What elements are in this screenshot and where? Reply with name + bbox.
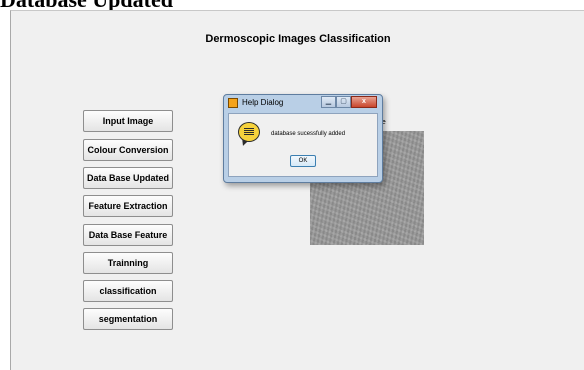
data-base-updated-button[interactable]: Data Base Updated [83,167,173,189]
help-dialog[interactable]: Help Dialog ▁ ▢ x database sucessfully a… [223,94,383,183]
ok-button[interactable]: OK [290,155,316,167]
trainning-button[interactable]: Trainning [83,252,173,274]
help-speech-bubble-icon [238,122,260,142]
dialog-title: Help Dialog [242,98,284,107]
maximize-icon: ▢ [340,98,347,105]
close-button[interactable]: x [351,96,377,108]
feature-extraction-button[interactable]: Feature Extraction [83,195,173,217]
close-icon: x [362,98,366,105]
screenshot-page: Database Updated Dermoscopic Images Clas… [0,0,584,370]
dialog-message: database sucessfully added [271,131,346,137]
figure-window: Dermoscopic Images Classification Input … [10,10,584,370]
minimize-icon: ▁ [325,98,332,105]
app-title: Dermoscopic Images Classification [205,33,391,45]
classification-button[interactable]: classification [83,280,173,302]
data-base-feature-button[interactable]: Data Base Feature [83,224,173,246]
dialog-titlebar[interactable]: Help Dialog ▁ ▢ x [224,95,382,112]
segmentation-button[interactable]: segmentation [83,308,173,330]
matlab-app-icon [228,98,238,108]
input-image-button[interactable]: Input Image [83,110,173,132]
colour-conversion-button[interactable]: Colour Conversion [83,139,173,161]
minimize-button[interactable]: ▁ [321,96,336,108]
dialog-body: database sucessfully added OK [228,113,378,177]
window-controls: ▁ ▢ x [321,96,377,108]
maximize-button[interactable]: ▢ [336,96,351,108]
